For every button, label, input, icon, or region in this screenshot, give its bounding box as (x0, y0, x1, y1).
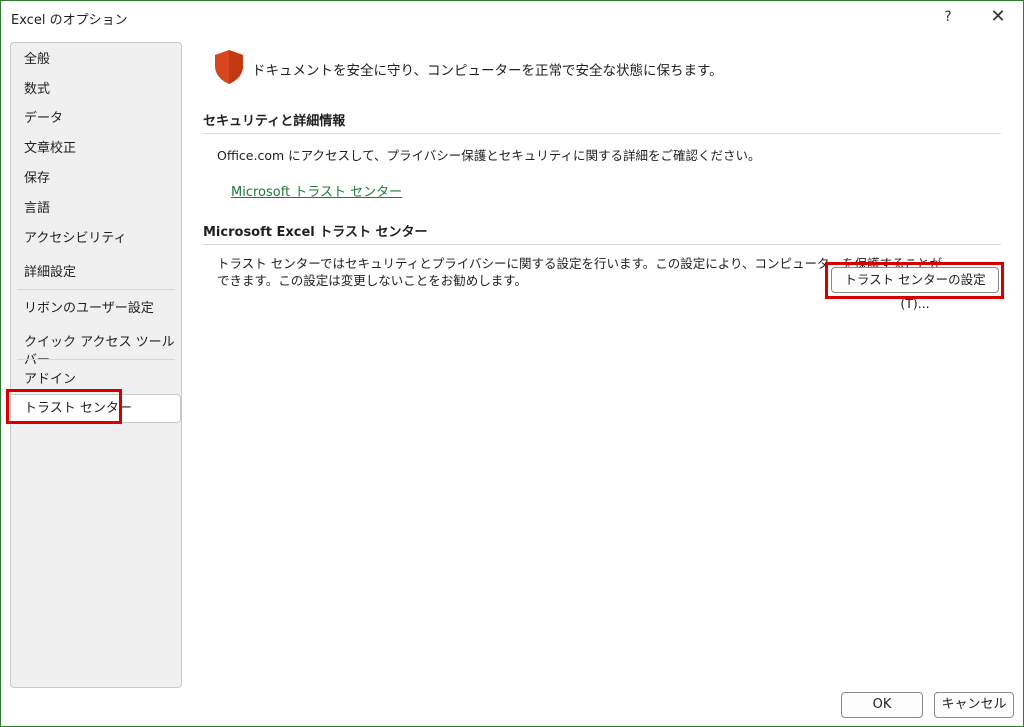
sidebar-item-proofing[interactable]: 文章校正 (24, 140, 76, 158)
sidebar-item-quick-access-toolbar[interactable]: クイック アクセス ツール バー (24, 334, 181, 370)
dialog-title: Excel のオプション (11, 13, 128, 28)
sidebar-item-save[interactable]: 保存 (24, 170, 50, 188)
section-title-trust-center: Microsoft Excel トラスト センター (203, 225, 428, 240)
page-headline: ドキュメントを安全に守り、コンピューターを正常で安全な状態に保ちます。 (252, 63, 723, 79)
sidebar-item-general[interactable]: 全般 (24, 51, 50, 69)
ok-button[interactable]: OK (841, 692, 923, 718)
section-divider (203, 244, 1001, 245)
sidebar-item-trust-center[interactable]: トラスト センター (11, 394, 181, 423)
cancel-button[interactable]: キャンセル (934, 692, 1014, 718)
close-button[interactable]: ✕ (985, 5, 1011, 29)
trust-center-description-line2: できます。この設定は変更しないことをお勧めします。 (217, 273, 528, 288)
help-button[interactable]: ? (936, 5, 960, 29)
main-content: ドキュメントを安全に守り、コンピューターを正常で安全な状態に保ちます。 セキュリ… (187, 35, 1023, 726)
title-bar: Excel のオプション ? ✕ (1, 1, 1023, 35)
microsoft-trust-center-link[interactable]: Microsoft トラスト センター (231, 181, 402, 200)
sidebar-item-language[interactable]: 言語 (24, 200, 50, 218)
sidebar-item-advanced[interactable]: 詳細設定 (24, 264, 76, 282)
options-sidebar: 全般 数式 データ 文章校正 保存 言語 アクセシビリティ 詳細設定 リボンのユ… (10, 42, 182, 688)
trust-center-settings-button[interactable]: トラスト センターの設定(T)... (831, 267, 999, 311)
sidebar-item-formulas[interactable]: 数式 (24, 81, 50, 99)
security-description: Office.com にアクセスして、プライバシー保護とセキュリティに関する詳細… (217, 148, 761, 163)
sidebar-item-accessibility[interactable]: アクセシビリティ (24, 230, 127, 248)
section-divider (203, 133, 1001, 134)
sidebar-item-label: トラスト センター (24, 401, 132, 416)
sidebar-item-customize-ribbon[interactable]: リボンのユーザー設定 (24, 300, 154, 318)
section-title-security: セキュリティと詳細情報 (203, 114, 346, 129)
shield-icon (215, 50, 243, 84)
sidebar-item-addins[interactable]: アドイン (24, 371, 76, 389)
sidebar-divider (17, 289, 175, 290)
sidebar-item-data[interactable]: データ (24, 110, 63, 128)
sidebar-divider (17, 359, 175, 360)
excel-options-dialog: Excel のオプション ? ✕ 全般 数式 データ 文章校正 保存 言語 アク… (0, 0, 1024, 727)
